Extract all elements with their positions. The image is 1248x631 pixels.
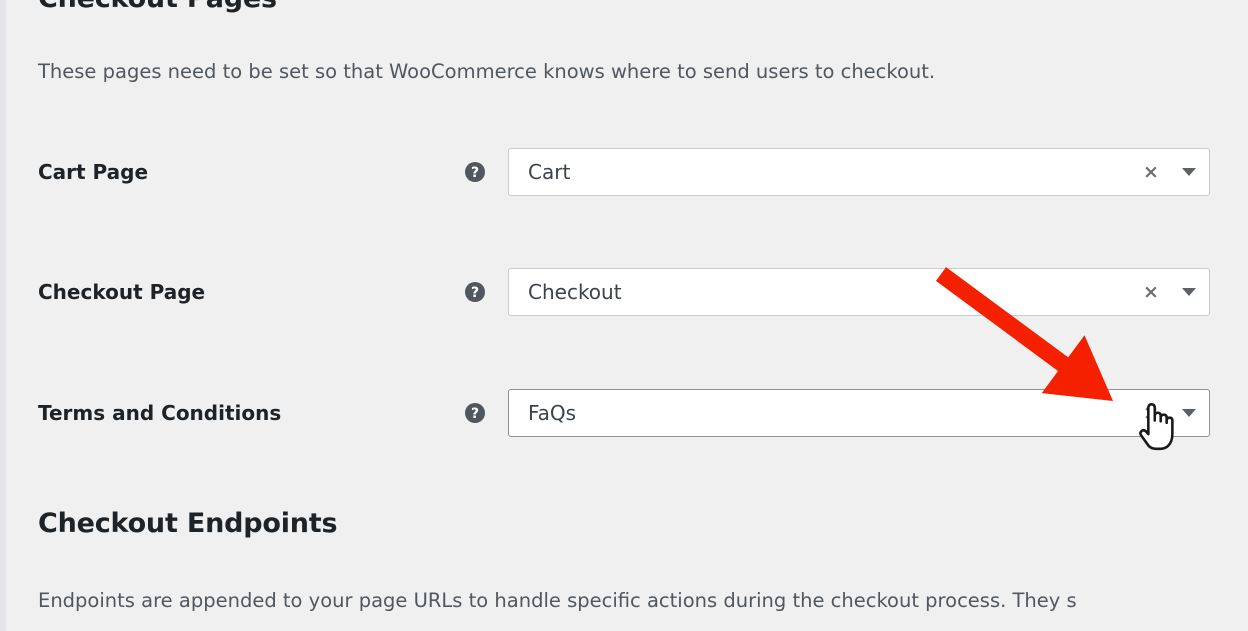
select-value-terms-and-conditions: FaQs xyxy=(509,401,1133,425)
help-circle-icon[interactable]: ? xyxy=(463,401,487,425)
field-label-terms-and-conditions: Terms and Conditions xyxy=(38,401,281,425)
chevron-down-icon[interactable] xyxy=(1169,390,1209,436)
chevron-down-icon[interactable] xyxy=(1169,149,1209,195)
help-circle-icon[interactable]: ? xyxy=(463,280,487,304)
select-value-checkout-page: Checkout xyxy=(509,280,1133,304)
help-circle-icon[interactable]: ? xyxy=(463,160,487,184)
svg-text:?: ? xyxy=(471,406,479,422)
select-cart-page[interactable]: Cart × xyxy=(508,148,1210,196)
page-title-checkout-pages: Checkout Pages xyxy=(38,0,277,14)
form-row-terms-and-conditions: Terms and Conditions ? FaQs × xyxy=(6,389,1248,437)
select-value-cart-page: Cart xyxy=(509,160,1133,184)
settings-page: Checkout Pages These pages need to be se… xyxy=(6,0,1248,631)
field-label-checkout-page: Checkout Page xyxy=(38,280,205,304)
page-title-checkout-endpoints: Checkout Endpoints xyxy=(38,508,337,539)
section-description-checkout-endpoints: Endpoints are appended to your page URLs… xyxy=(38,588,1077,614)
svg-text:?: ? xyxy=(471,165,479,181)
form-row-cart-page: Cart Page ? Cart × xyxy=(6,148,1248,196)
form-row-checkout-page: Checkout Page ? Checkout × xyxy=(6,268,1248,316)
field-label-cart-page: Cart Page xyxy=(38,160,148,184)
svg-text:?: ? xyxy=(471,285,479,301)
section-description-checkout-pages: These pages need to be set so that WooCo… xyxy=(38,59,935,85)
clear-selection-icon[interactable]: × xyxy=(1133,149,1169,195)
chevron-down-icon[interactable] xyxy=(1169,269,1209,315)
select-checkout-page[interactable]: Checkout × xyxy=(508,268,1210,316)
clear-selection-icon[interactable]: × xyxy=(1133,269,1169,315)
select-terms-and-conditions[interactable]: FaQs × xyxy=(508,389,1210,437)
clear-selection-icon[interactable]: × xyxy=(1133,390,1169,436)
